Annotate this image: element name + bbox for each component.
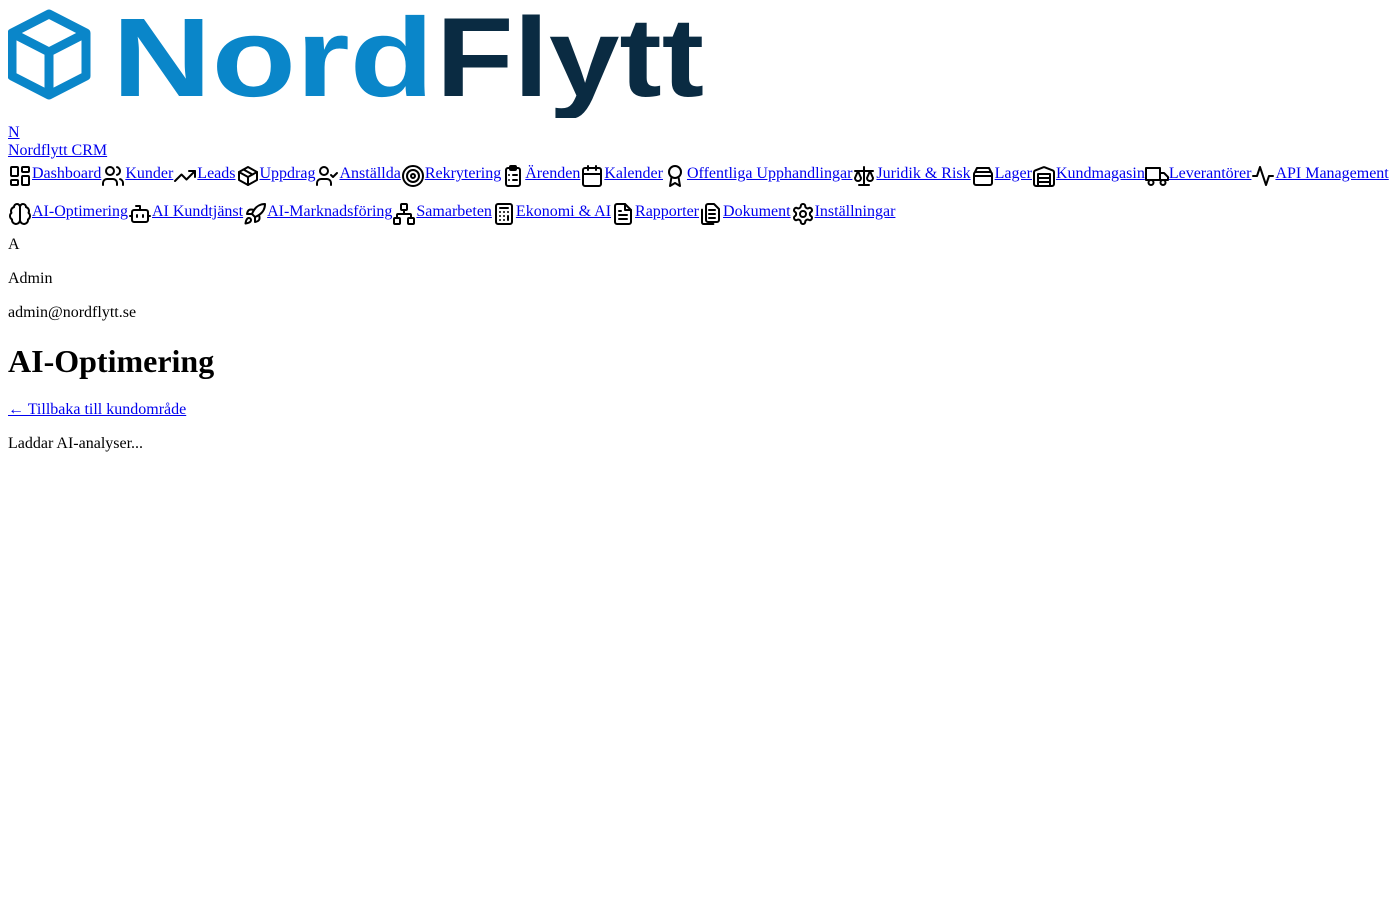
nordflytt-logo: Nord Flytt [8, 8, 704, 118]
brain-icon [8, 202, 32, 226]
nav-item-ai-kundtjanst[interactable]: AI Kundtjänst [128, 198, 243, 226]
nav-item-dokument[interactable]: Dokument [699, 198, 791, 226]
nav-label: Rapporter [635, 203, 700, 220]
nav-item-rapporter[interactable]: Rapporter [611, 198, 699, 226]
nav-item-kunder[interactable]: Kunder [101, 160, 173, 188]
nav-label: AI-Marknadsföring [267, 203, 393, 220]
nav-label: Kalender [604, 165, 663, 182]
nav-label: Kundmagasin [1055, 165, 1145, 182]
user-name: Admin [8, 270, 53, 287]
nav-item-ekonomi[interactable]: Ekonomi & AI [492, 198, 611, 226]
truck-icon [1144, 164, 1169, 188]
bot-icon [128, 202, 152, 226]
back-to-customer-area-link[interactable]: ← Tillbaka till kundområde [8, 401, 186, 418]
logo-text-flytt: Flytt [436, 8, 704, 118]
files-icon [699, 202, 723, 226]
nav-label: AI-Optimering [32, 203, 128, 220]
nav-item-rekrytering[interactable]: Rekrytering [401, 160, 501, 188]
users-icon [101, 164, 125, 188]
nav-label: Juridik & Risk [876, 165, 971, 182]
nav-item-ai-optimering[interactable]: AI-Optimering [8, 198, 128, 226]
nav-label: Offentliga Upphandlingar [686, 165, 853, 182]
box-icon [971, 164, 995, 188]
trending-up-icon [173, 164, 197, 188]
user-check-icon [315, 164, 339, 188]
avatar: A [8, 236, 20, 253]
page-title: AI-Optimering [8, 343, 215, 379]
nav-item-lager[interactable]: Lager [971, 160, 1032, 188]
nav-item-samarbeten[interactable]: Samarbeten [392, 198, 492, 226]
target-icon [401, 164, 425, 188]
nav-item-anstallda[interactable]: Anställda [315, 160, 401, 188]
nav-item-ai-marknadsforing[interactable]: AI-Marknadsföring [243, 198, 392, 226]
nav-item-installningar[interactable]: Inställningar [791, 198, 896, 226]
user-email: admin@nordflytt.se [8, 304, 137, 321]
nav-label: Anställda [339, 165, 401, 182]
rocket-icon [243, 202, 267, 226]
loading-text: Laddar AI-analyser... [8, 435, 144, 452]
warehouse-icon [1032, 164, 1056, 188]
nav-label: Uppdrag [259, 165, 316, 182]
nav-item-juridik[interactable]: Juridik & Risk [852, 160, 971, 188]
nav-label: Leads [197, 165, 236, 182]
nav-item-api-management[interactable]: API Management [1251, 160, 1389, 188]
brand-name-link[interactable]: Nordflytt CRM [8, 142, 1392, 160]
nav-label: Leverantörer [1168, 165, 1252, 182]
clipboard-list-icon [501, 164, 525, 188]
nav-item-kundmagasin[interactable]: Kundmagasin [1032, 160, 1145, 188]
network-icon [392, 202, 416, 226]
nav-item-leverantorer[interactable]: Leverantörer [1144, 160, 1252, 188]
nav-item-arenden[interactable]: Ärenden [501, 160, 580, 188]
calendar-icon [580, 164, 604, 188]
nav-row-2: AI-Optimering AI Kundtjänst AI-Marknadsför… [8, 198, 1392, 236]
nav-item-upphandlingar[interactable]: Offentliga Upphandlingar [663, 160, 852, 188]
settings-icon [791, 202, 815, 226]
nav-label: Dashboard [32, 165, 102, 182]
nav-label: AI Kundtjänst [151, 203, 244, 220]
dashboard-icon [8, 164, 32, 188]
main-navigation: Dashboard Kunder Leads Uppdrag Anställda Rekr… [8, 160, 1392, 236]
nav-label: Samarbeten [416, 203, 492, 220]
nav-label: Inställningar [814, 203, 896, 220]
nav-label: Kunder [125, 165, 174, 182]
scale-icon [852, 164, 876, 188]
nav-item-dashboard[interactable]: Dashboard [8, 160, 101, 188]
nav-item-kalender[interactable]: Kalender [580, 160, 663, 188]
logo-text-nord: Nord [112, 8, 434, 118]
package-icon [236, 164, 260, 188]
award-icon [663, 164, 687, 188]
nav-row-1: Dashboard Kunder Leads Uppdrag Anställda Rekr… [8, 160, 1392, 198]
nav-item-uppdrag[interactable]: Uppdrag [236, 160, 316, 188]
file-text-icon [611, 202, 635, 226]
calculator-icon [492, 202, 516, 226]
nav-item-leads[interactable]: Leads [173, 160, 236, 188]
nav-label: API Management [1275, 165, 1389, 182]
nav-label: Lager [994, 165, 1032, 182]
brand-initial-link[interactable]: N [8, 124, 1392, 142]
nav-label: Ekonomi & AI [515, 203, 612, 220]
nav-label: Ärenden [525, 165, 581, 182]
activity-icon [1251, 164, 1275, 188]
nav-label: Dokument [723, 203, 791, 220]
nav-label: Rekrytering [424, 165, 502, 182]
